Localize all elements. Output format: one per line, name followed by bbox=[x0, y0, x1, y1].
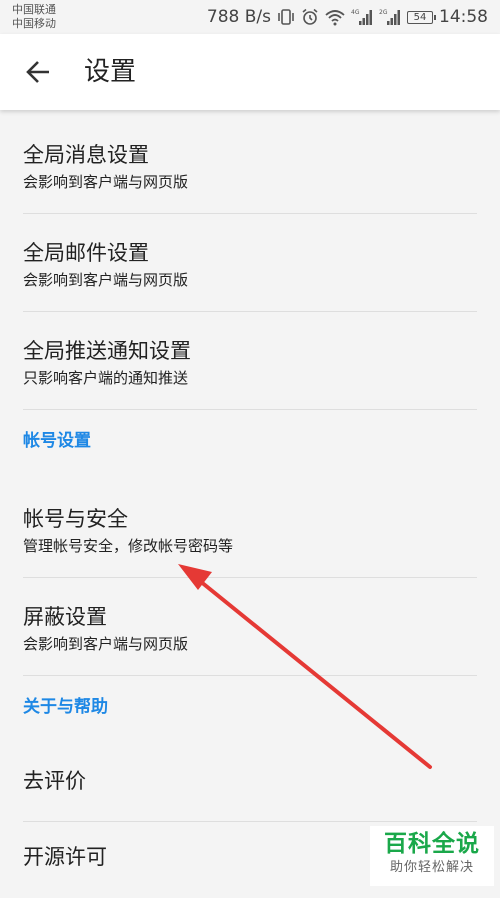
global-push-settings-item[interactable]: 全局推送通知设置 只影响客户端的通知推送 bbox=[0, 312, 500, 410]
item-subtitle: 会影响到客户端与网页版 bbox=[23, 271, 189, 289]
wifi-icon bbox=[325, 10, 345, 26]
item-subtitle: 会影响到客户端与网页版 bbox=[23, 173, 189, 191]
watermark-slogan: 助你轻松解决 bbox=[389, 860, 474, 875]
section-account: 帐号设置 bbox=[0, 410, 500, 480]
page-title: 设置 bbox=[84, 57, 137, 87]
battery-level: 54 bbox=[413, 11, 427, 23]
battery-icon: 54 bbox=[407, 10, 436, 24]
section-header-about: 关于与帮助 bbox=[23, 697, 108, 717]
item-title: 开源许可 bbox=[23, 845, 107, 869]
carrier-2: 中国移动 bbox=[12, 17, 56, 30]
global-message-settings-item[interactable]: 全局消息设置 会影响到客户端与网页版 bbox=[0, 116, 500, 214]
settings-list: 全局消息设置 会影响到客户端与网页版 全局邮件设置 会影响到客户端与网页版 全局… bbox=[0, 116, 500, 898]
carrier-1: 中国联通 bbox=[12, 3, 56, 16]
carrier-info: 中国联通 中国移动 bbox=[12, 3, 56, 31]
signal-2-label: 2G bbox=[379, 9, 388, 16]
status-icons: 788 B/s 4G 2G 54 14:58 bbox=[207, 0, 488, 34]
section-header-account: 帐号设置 bbox=[23, 431, 91, 451]
signal-1-label: 4G bbox=[351, 9, 360, 16]
block-settings-item[interactable]: 屏蔽设置 会影响到客户端与网页版 bbox=[0, 578, 500, 676]
watermark-logo-text: 百科全说 bbox=[384, 831, 480, 857]
signal-2g-icon: 2G bbox=[379, 9, 400, 25]
status-bar: 中国联通 中国移动 788 B/s 4G 2G 54 14:58 bbox=[0, 0, 500, 34]
item-title: 屏蔽设置 bbox=[23, 605, 107, 629]
signal-4g-icon: 4G bbox=[351, 9, 372, 25]
arrow-left-icon bbox=[26, 61, 49, 83]
back-button[interactable] bbox=[18, 52, 58, 92]
item-title: 全局邮件设置 bbox=[23, 241, 149, 265]
item-subtitle: 会影响到客户端与网页版 bbox=[23, 635, 189, 653]
alarm-icon bbox=[302, 8, 318, 25]
section-about: 关于与帮助 bbox=[0, 676, 500, 746]
item-title: 帐号与安全 bbox=[23, 507, 128, 531]
watermark: 百科全说 助你轻松解决 bbox=[370, 826, 494, 886]
app-bar: 设置 bbox=[0, 34, 500, 110]
item-subtitle: 管理帐号安全，修改帐号密码等 bbox=[23, 537, 234, 555]
item-subtitle: 只影响客户端的通知推送 bbox=[23, 369, 189, 387]
status-time: 14:58 bbox=[439, 7, 488, 27]
network-speed: 788 B/s bbox=[206, 7, 271, 27]
item-title: 去评价 bbox=[23, 769, 86, 793]
item-title: 全局推送通知设置 bbox=[23, 339, 191, 363]
global-mail-settings-item[interactable]: 全局邮件设置 会影响到客户端与网页版 bbox=[0, 214, 500, 312]
item-title: 全局消息设置 bbox=[23, 143, 149, 167]
vibrate-icon bbox=[278, 9, 294, 25]
rate-app-item[interactable]: 去评价 bbox=[0, 746, 500, 822]
account-security-item[interactable]: 帐号与安全 管理帐号安全，修改帐号密码等 bbox=[0, 480, 500, 578]
